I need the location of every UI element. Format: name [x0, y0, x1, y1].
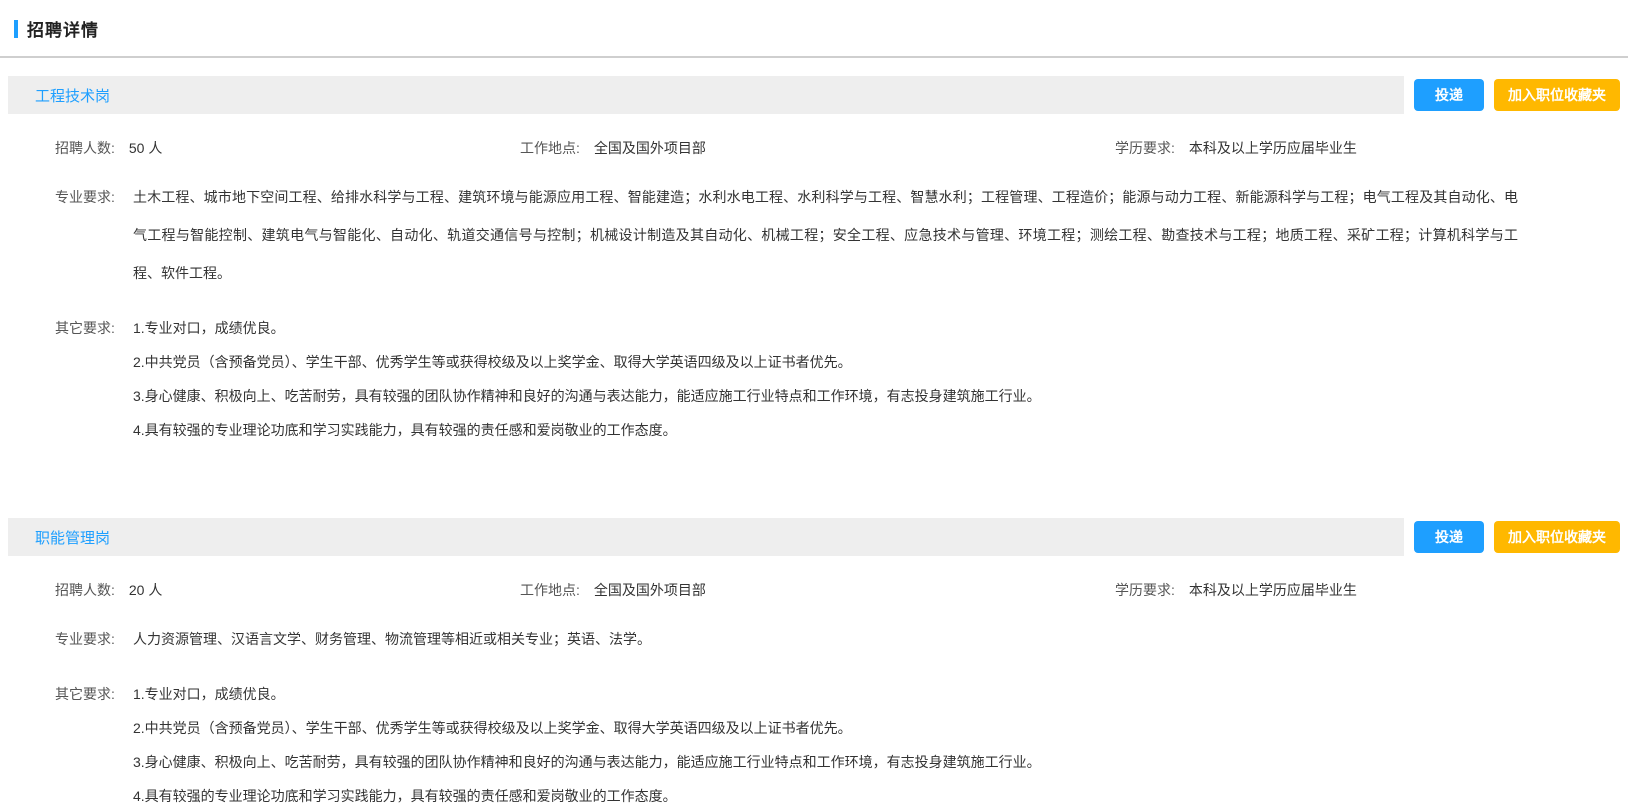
page-header: 招聘详情 [0, 0, 1628, 41]
headcount-value: 50 人 [129, 140, 162, 156]
add-to-favorites-button[interactable]: 加入职位收藏夹 [1494, 521, 1620, 553]
major-requirements-row: 专业要求: 人力资源管理、汉语言文学、财务管理、物流管理等相近或相关专业；英语、… [55, 620, 1518, 658]
location-cell: 工作地点: 全国及国外项目部 [520, 138, 1115, 158]
apply-button[interactable]: 投递 [1414, 521, 1484, 553]
other-requirement-item: 2.中共党员（含预备党员）、学生干部、优秀学生等或获得校级及以上奖学金、取得大学… [133, 352, 1518, 372]
location-value: 全国及国外项目部 [594, 140, 706, 156]
other-requirement-item: 1.专业对口，成绩优良。 [133, 684, 1518, 704]
major-label: 专业要求: [55, 178, 133, 292]
job-title-link[interactable]: 职能管理岗 [35, 527, 110, 548]
education-value: 本科及以上学历应届毕业生 [1189, 140, 1357, 156]
job-card-management: 职能管理岗 投递 加入职位收藏夹 招聘人数: 20 人 工作地点: 全国及国外项目部… [0, 518, 1628, 806]
job-body: 招聘人数: 20 人 工作地点: 全国及国外项目部 学历要求: 本科及以上学历应届毕业… [0, 580, 1628, 806]
add-to-favorites-button[interactable]: 加入职位收藏夹 [1494, 79, 1620, 111]
other-requirements-list: 1.专业对口，成绩优良。 2.中共党员（含预备党员）、学生干部、优秀学生等或获得… [133, 318, 1518, 440]
location-label: 工作地点: [520, 140, 580, 156]
education-cell: 学历要求: 本科及以上学历应届毕业生 [1115, 138, 1518, 158]
other-requirements-row: 其它要求: 1.专业对口，成绩优良。 2.中共党员（含预备党员）、学生干部、优秀… [55, 684, 1518, 806]
job-detail-row: 招聘人数: 20 人 工作地点: 全国及国外项目部 学历要求: 本科及以上学历应届毕业… [55, 580, 1518, 600]
job-body: 招聘人数: 50 人 工作地点: 全国及国外项目部 学历要求: 本科及以上学历应届毕业… [0, 138, 1628, 440]
headcount-value: 20 人 [129, 582, 162, 598]
job-card-engineering: 工程技术岗 投递 加入职位收藏夹 招聘人数: 50 人 工作地点: 全国及国外项目部… [0, 76, 1628, 440]
education-value: 本科及以上学历应届毕业生 [1189, 582, 1357, 598]
other-label: 其它要求: [55, 684, 133, 806]
headcount-label: 招聘人数: [55, 582, 115, 598]
other-requirement-item: 2.中共党员（含预备党员）、学生干部、优秀学生等或获得校级及以上奖学金、取得大学… [133, 718, 1518, 738]
headcount-cell: 招聘人数: 50 人 [55, 138, 520, 158]
job-header: 工程技术岗 投递 加入职位收藏夹 [8, 76, 1620, 114]
headcount-label: 招聘人数: [55, 140, 115, 156]
title-accent-bar [14, 20, 18, 38]
major-value: 土木工程、城市地下空间工程、给排水科学与工程、建筑环境与能源应用工程、智能建造；… [133, 178, 1518, 292]
header-divider [0, 56, 1628, 58]
job-title-bar: 职能管理岗 [8, 518, 1404, 556]
other-requirement-item: 4.具有较强的专业理论功底和学习实践能力，具有较强的责任感和爱岗敬业的工作态度。 [133, 420, 1518, 440]
headcount-cell: 招聘人数: 20 人 [55, 580, 520, 600]
page-title: 招聘详情 [27, 16, 99, 41]
education-label: 学历要求: [1115, 582, 1175, 598]
education-label: 学历要求: [1115, 140, 1175, 156]
job-title-link[interactable]: 工程技术岗 [35, 85, 110, 106]
location-label: 工作地点: [520, 582, 580, 598]
job-title-bar: 工程技术岗 [8, 76, 1404, 114]
other-requirement-item: 3.身心健康、积极向上、吃苦耐劳，具有较强的团队协作精神和良好的沟通与表达能力，… [133, 386, 1518, 406]
other-label: 其它要求: [55, 318, 133, 440]
apply-button[interactable]: 投递 [1414, 79, 1484, 111]
job-header: 职能管理岗 投递 加入职位收藏夹 [8, 518, 1620, 556]
major-label: 专业要求: [55, 620, 133, 658]
other-requirement-item: 4.具有较强的专业理论功底和学习实践能力，具有较强的责任感和爱岗敬业的工作态度。 [133, 786, 1518, 806]
major-value: 人力资源管理、汉语言文学、财务管理、物流管理等相近或相关专业；英语、法学。 [133, 620, 1518, 658]
other-requirements-row: 其它要求: 1.专业对口，成绩优良。 2.中共党员（含预备党员）、学生干部、优秀… [55, 318, 1518, 440]
major-requirements-row: 专业要求: 土木工程、城市地下空间工程、给排水科学与工程、建筑环境与能源应用工程… [55, 178, 1518, 292]
location-cell: 工作地点: 全国及国外项目部 [520, 580, 1115, 600]
education-cell: 学历要求: 本科及以上学历应届毕业生 [1115, 580, 1518, 600]
other-requirements-list: 1.专业对口，成绩优良。 2.中共党员（含预备党员）、学生干部、优秀学生等或获得… [133, 684, 1518, 806]
other-requirement-item: 3.身心健康、积极向上、吃苦耐劳，具有较强的团队协作精神和良好的沟通与表达能力，… [133, 752, 1518, 772]
job-detail-row: 招聘人数: 50 人 工作地点: 全国及国外项目部 学历要求: 本科及以上学历应届毕业… [55, 138, 1518, 158]
other-requirement-item: 1.专业对口，成绩优良。 [133, 318, 1518, 338]
location-value: 全国及国外项目部 [594, 582, 706, 598]
